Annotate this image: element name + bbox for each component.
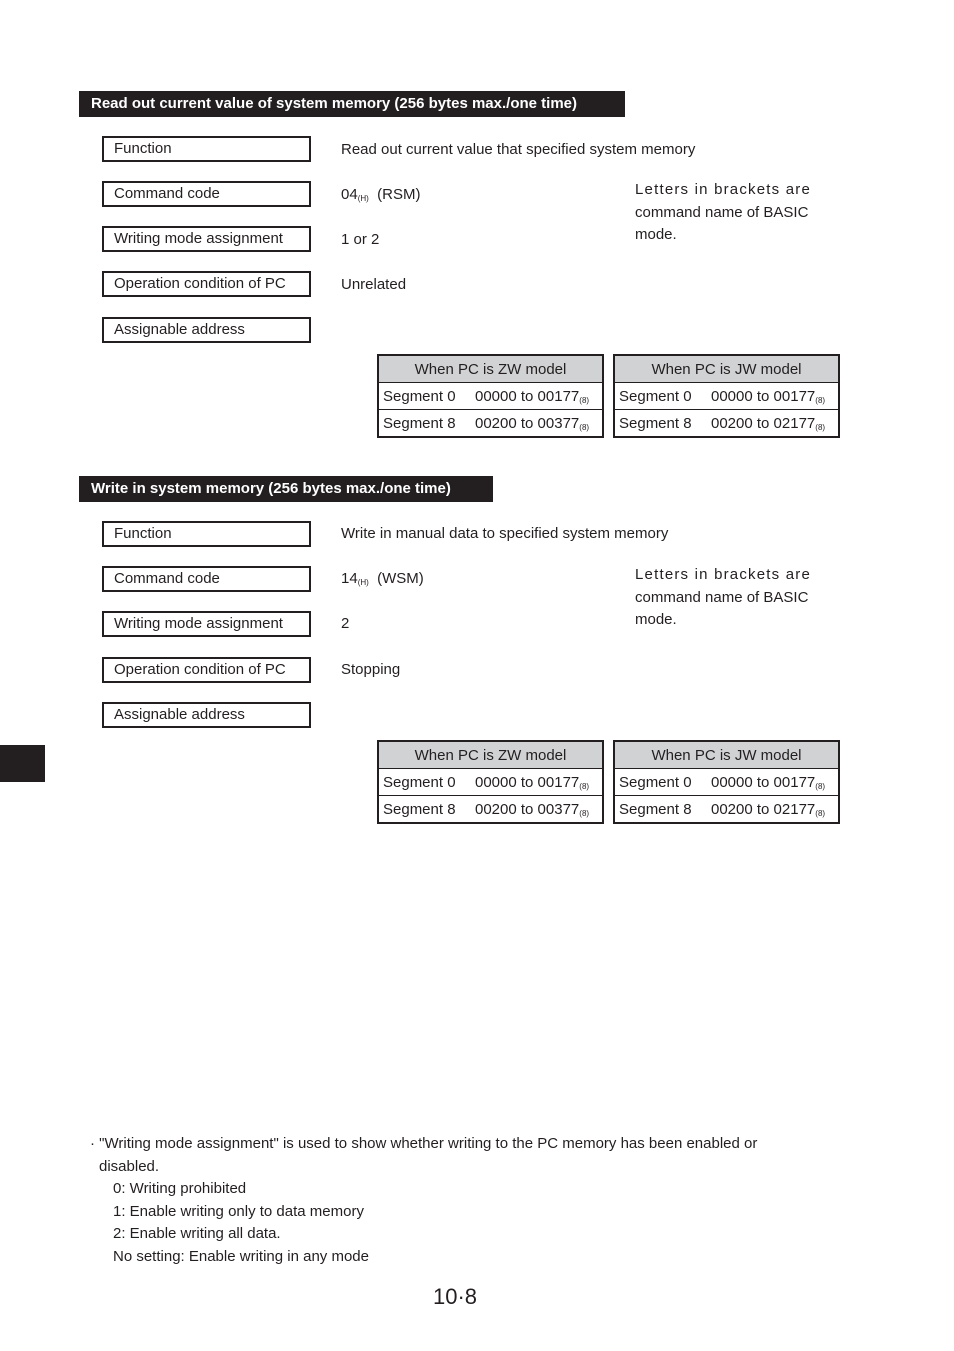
octal-suffix: (8) bbox=[579, 422, 590, 432]
value-writing-mode: 1 or 2 bbox=[341, 231, 380, 248]
segment-label: Segment 8 bbox=[383, 414, 456, 432]
label-operation-condition: Operation condition of PC bbox=[102, 271, 311, 297]
address-range: 00000 to 00177 bbox=[711, 387, 816, 405]
octal-suffix: (8) bbox=[579, 781, 590, 791]
label-command-code: Command code bbox=[102, 181, 311, 207]
table-row: Segment 0 00000 to 00177(8) bbox=[378, 768, 603, 796]
label-assignable-address: Assignable address bbox=[102, 317, 311, 343]
segment-label: Segment 0 bbox=[383, 773, 456, 791]
address-range: 00000 to 00177 bbox=[475, 387, 580, 405]
label-assignable-address: Assignable address bbox=[102, 702, 311, 728]
segment-label: Segment 0 bbox=[619, 773, 692, 791]
label-function: Function bbox=[102, 136, 311, 162]
note-line: mode. bbox=[635, 226, 677, 243]
footnote: · "Writing mode assignment" is used to s… bbox=[90, 1133, 757, 1269]
footnote-line: disabled. bbox=[99, 1157, 160, 1175]
label-command-code: Command code bbox=[102, 566, 311, 592]
command-code-hex: 04 bbox=[341, 186, 358, 203]
note-line: Letters in brackets are bbox=[635, 566, 812, 583]
value-operation-condition: Unrelated bbox=[341, 276, 407, 293]
label-function: Function bbox=[102, 521, 311, 547]
table-row: Segment 8 00200 to 00377(8) bbox=[378, 796, 603, 824]
table-header: When PC is ZW model bbox=[378, 355, 603, 383]
table-row: Segment 0 00000 to 00177(8) bbox=[378, 382, 603, 410]
hex-suffix: (H) bbox=[357, 578, 369, 587]
segment-label: Segment 0 bbox=[383, 387, 456, 405]
octal-suffix: (8) bbox=[815, 808, 826, 818]
value-function: Write in manual data to specified system… bbox=[341, 525, 669, 542]
value-command-code: 04(H) (RSM) bbox=[341, 185, 420, 209]
section-heading-write-system-memory: Write in system memory (256 bytes max./o… bbox=[79, 476, 493, 502]
basic-command-name: (RSM) bbox=[377, 186, 421, 203]
table-header: When PC is JW model bbox=[614, 355, 839, 383]
table-row: Segment 8 00200 to 00377(8) bbox=[378, 410, 603, 438]
basic-mode-note: Letters in brackets are command name of … bbox=[635, 564, 818, 632]
value-function: Read out current value that specified sy… bbox=[341, 141, 696, 158]
table-row: Segment 0 00000 to 00177(8) bbox=[614, 768, 839, 796]
note-line: Letters in brackets are bbox=[635, 181, 812, 198]
octal-suffix: (8) bbox=[815, 422, 826, 432]
note-line: mode. bbox=[635, 611, 677, 628]
address-range: 00200 to 02177 bbox=[711, 414, 816, 432]
table-row: Segment 8 00200 to 02177(8) bbox=[614, 796, 839, 824]
segment-label: Segment 8 bbox=[619, 800, 692, 818]
octal-suffix: (8) bbox=[815, 395, 826, 405]
address-table-zw: When PC is ZW model Segment 0 00000 to 00… bbox=[377, 740, 604, 824]
command-code-hex: 14 bbox=[341, 570, 358, 587]
label-writing-mode: Writing mode assignment bbox=[102, 226, 311, 252]
segment-label: Segment 8 bbox=[383, 800, 456, 818]
table-row: Segment 0 00000 to 00177(8) bbox=[614, 382, 839, 410]
label-operation-condition: Operation condition of PC bbox=[102, 657, 311, 683]
section-heading-read-system-memory: Read out current value of system memory … bbox=[79, 91, 625, 117]
value-writing-mode: 2 bbox=[341, 615, 350, 632]
address-table-jw: When PC is JW model Segment 0 00000 to 00… bbox=[613, 740, 840, 824]
octal-suffix: (8) bbox=[815, 781, 826, 791]
chapter-thumb-tab bbox=[0, 745, 45, 782]
address-range: 00200 to 00377 bbox=[475, 414, 580, 432]
footnote-item: 1: Enable writing only to data memory bbox=[113, 1202, 364, 1220]
address-range: 00000 to 00177 bbox=[475, 773, 580, 791]
page-number: 10·8 bbox=[433, 1284, 478, 1309]
table-row: Segment 8 00200 to 02177(8) bbox=[614, 410, 839, 438]
table-header: When PC is JW model bbox=[614, 741, 839, 769]
address-table-jw: When PC is JW model Segment 0 00000 to 00… bbox=[613, 354, 840, 438]
address-range: 00200 to 00377 bbox=[475, 800, 580, 818]
footnote-item: 2: Enable writing all data. bbox=[113, 1225, 281, 1243]
basic-mode-note: Letters in brackets are command name of … bbox=[635, 179, 818, 247]
basic-command-name: (WSM) bbox=[377, 570, 424, 587]
octal-suffix: (8) bbox=[579, 395, 590, 405]
segment-label: Segment 0 bbox=[619, 387, 692, 405]
address-range: 00200 to 02177 bbox=[711, 800, 816, 818]
address-table-zw: When PC is ZW model Segment 0 00000 to 00… bbox=[377, 354, 604, 438]
address-range: 00000 to 00177 bbox=[711, 773, 816, 791]
value-command-code: 14(H) (WSM) bbox=[341, 569, 424, 593]
note-line: command name of BASIC bbox=[635, 588, 809, 606]
footnote-item: 0: Writing prohibited bbox=[113, 1180, 247, 1198]
footnote-item: No setting: Enable writing in any mode bbox=[113, 1247, 369, 1265]
segment-label: Segment 8 bbox=[619, 414, 692, 432]
table-header: When PC is ZW model bbox=[378, 741, 603, 769]
note-line: command name of BASIC bbox=[635, 203, 809, 221]
hex-suffix: (H) bbox=[357, 194, 369, 203]
footnote-line: · "Writing mode assignment" is used to s… bbox=[90, 1135, 758, 1152]
label-writing-mode: Writing mode assignment bbox=[102, 611, 311, 637]
octal-suffix: (8) bbox=[579, 808, 590, 818]
value-operation-condition: Stopping bbox=[341, 661, 401, 678]
